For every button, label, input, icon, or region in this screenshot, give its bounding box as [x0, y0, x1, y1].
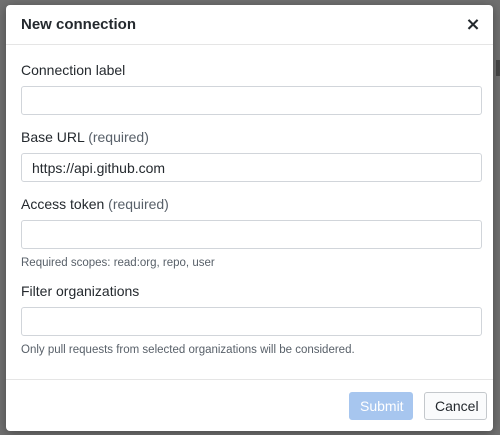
new-connection-dialog: New connection × Connection label Base U… — [6, 5, 493, 431]
access-token-label: Access token — [21, 196, 105, 212]
close-button[interactable]: × — [463, 15, 483, 35]
cancel-button[interactable]: Cancel — [424, 392, 487, 420]
access-token-field: Access token (required) Required scopes:… — [21, 196, 482, 270]
access-token-required-text: (required) — [108, 196, 169, 212]
base-url-input[interactable] — [21, 153, 482, 182]
filter-organizations-field: Filter organizations Only pull requests … — [21, 283, 482, 357]
connection-label-input[interactable] — [21, 86, 482, 115]
base-url-label: Base URL — [21, 129, 85, 145]
base-url-field: Base URL (required) — [21, 129, 482, 182]
access-token-help-text: Required scopes: read:org, repo, user — [21, 257, 215, 269]
close-icon: × — [465, 14, 481, 35]
filter-organizations-input[interactable] — [21, 307, 482, 336]
dialog-header: New connection × — [6, 5, 493, 45]
filter-organizations-help-text: Only pull requests from selected organiz… — [21, 344, 355, 356]
dialog-title: New connection — [21, 16, 137, 33]
connection-label-field: Connection label — [21, 62, 482, 115]
dialog-footer: Submit Cancel — [6, 379, 493, 431]
connection-label-label: Connection label — [21, 62, 126, 78]
filter-organizations-label: Filter organizations — [21, 283, 140, 299]
access-token-input[interactable] — [21, 220, 482, 249]
background-scrollbar-fragment — [496, 60, 500, 76]
base-url-required-text: (required) — [88, 129, 149, 145]
submit-button[interactable]: Submit — [349, 392, 413, 420]
